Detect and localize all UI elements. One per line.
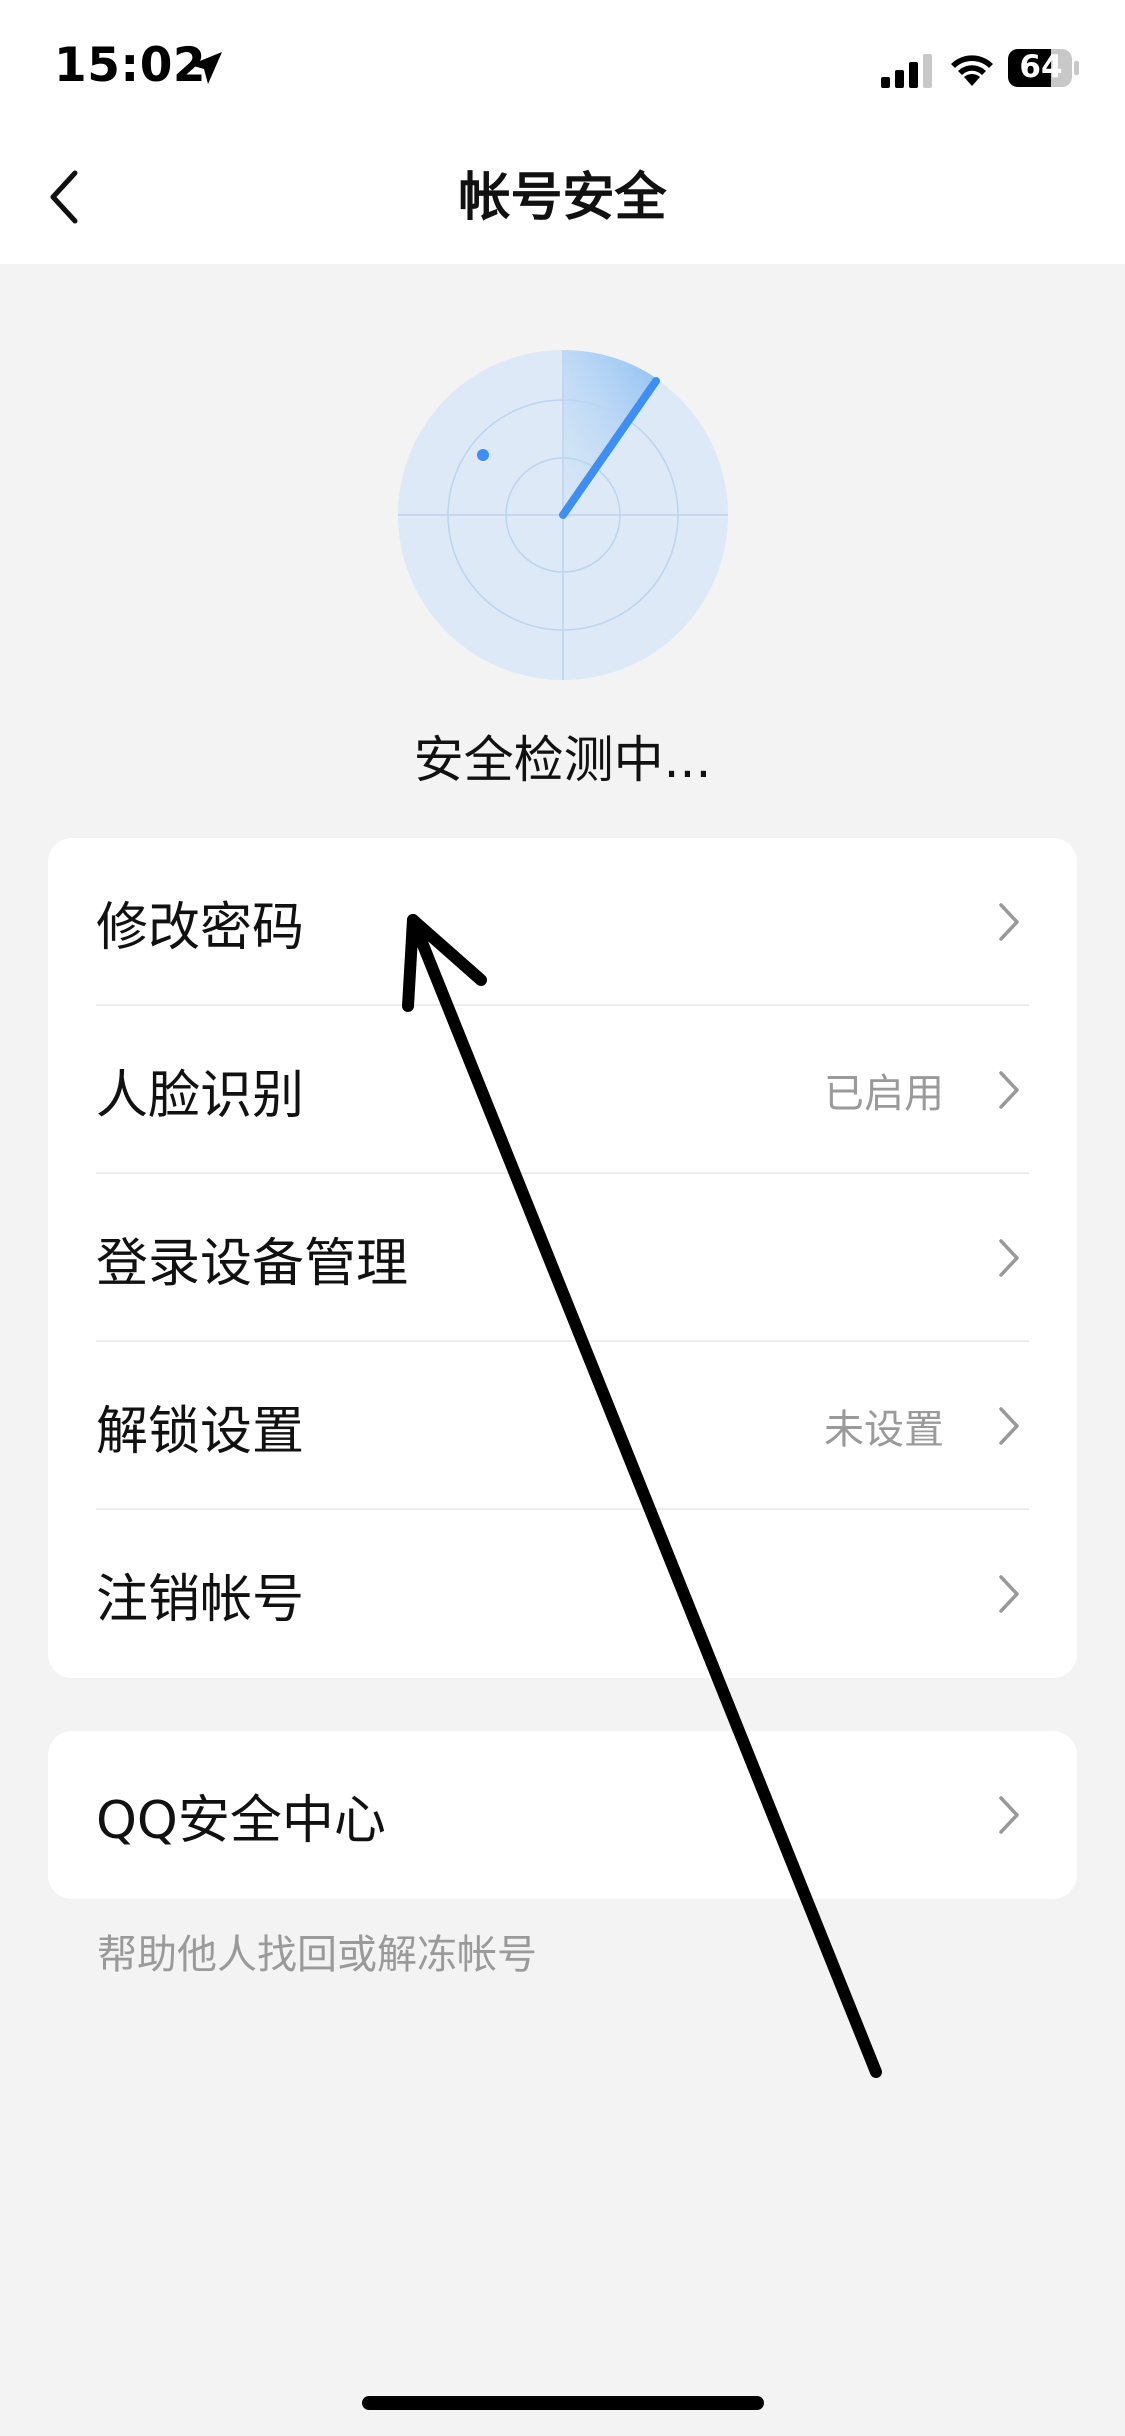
security-settings-card: 修改密码 人脸识别 已启用 登录设备管理 解锁设置 未设置 注销帐号 <box>48 838 1077 1678</box>
row-label: QQ安全中心 <box>96 1790 386 1851</box>
face-recognition-row[interactable]: 人脸识别 已启用 <box>48 1006 1077 1174</box>
security-scan-radar-icon <box>398 350 728 680</box>
row-label: 人脸识别 <box>96 1065 305 1126</box>
wifi-icon <box>951 55 993 86</box>
location-arrow-icon <box>190 52 222 84</box>
nav-bar: 帐号安全 <box>0 132 1125 264</box>
chevron-left-icon <box>50 170 78 224</box>
row-label: 注销帐号 <box>96 1569 305 1630</box>
qq-security-center-card: QQ安全中心 <box>48 1731 1077 1899</box>
scan-status-text: 安全检测中... <box>413 731 712 789</box>
home-indicator[interactable] <box>362 2396 764 2410</box>
page-title: 帐号安全 <box>458 168 667 228</box>
chevron-right-icon <box>999 1071 1019 1109</box>
row-label: 登录设备管理 <box>96 1233 409 1294</box>
chevron-right-icon <box>999 903 1019 941</box>
chevron-right-icon <box>999 1407 1019 1445</box>
battery-level: 64 <box>1019 49 1063 85</box>
cancel-account-row[interactable]: 注销帐号 <box>48 1510 1077 1678</box>
chevron-right-icon <box>999 1239 1019 1277</box>
status-bar: 15:02 64 <box>0 0 1125 132</box>
row-value: 已启用 <box>824 1071 944 1117</box>
chevron-right-icon <box>999 1796 1019 1834</box>
change-password-row[interactable]: 修改密码 <box>48 838 1077 1006</box>
cellular-signal-icon <box>881 54 932 88</box>
row-value: 未设置 <box>824 1407 944 1453</box>
qq-security-center-row[interactable]: QQ安全中心 <box>48 1731 1077 1899</box>
unlock-settings-row[interactable]: 解锁设置 未设置 <box>48 1342 1077 1510</box>
row-label: 修改密码 <box>96 897 305 958</box>
chevron-right-icon <box>999 1575 1019 1613</box>
login-device-management-row[interactable]: 登录设备管理 <box>48 1174 1077 1342</box>
status-time: 15:02 <box>54 38 207 93</box>
account-security-page: 15:02 64 帐号安全 安全检测中... 修改密码 人脸识别 已启用 登录设… <box>0 0 1125 2436</box>
qq-security-center-help-text: 帮助他人找回或解冻帐号 <box>97 1932 537 1978</box>
row-label: 解锁设置 <box>96 1401 305 1462</box>
back-button[interactable] <box>30 162 100 232</box>
